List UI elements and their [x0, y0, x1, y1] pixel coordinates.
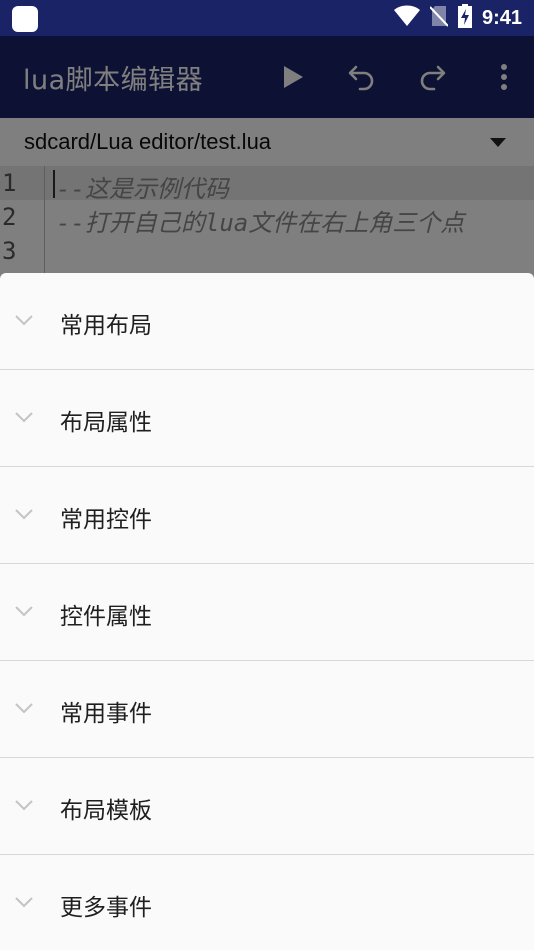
- screen: 9:41 lua脚本编辑器: [0, 0, 534, 950]
- chevron-down-icon: [15, 703, 33, 714]
- chevron-down-icon: [15, 509, 33, 520]
- sheet-item-label: 布局属性: [60, 410, 152, 436]
- status-time: 9:41: [481, 6, 522, 29]
- sheet-item-widget-properties[interactable]: 控件属性: [0, 564, 534, 661]
- chevron-down-icon: [15, 897, 33, 908]
- chevron-down-icon: [15, 315, 33, 326]
- sheet-item-common-events[interactable]: 常用事件: [0, 661, 534, 758]
- chevron-down-icon: [15, 800, 33, 811]
- sheet-item-label: 布局模板: [60, 798, 152, 824]
- sheet-item-common-widgets[interactable]: 常用控件: [0, 467, 534, 564]
- bottom-sheet: 常用布局 布局属性 常用控件 控件属性 常用事件 布局模板 更多事件: [0, 273, 534, 950]
- battery-charging-icon: [457, 4, 472, 32]
- status-icons: 9:41: [393, 4, 522, 32]
- sheet-item-layout-templates[interactable]: 布局模板: [0, 758, 534, 855]
- sheet-item-label: 更多事件: [60, 895, 152, 921]
- status-bar: 9:41: [0, 0, 534, 36]
- sheet-item-label: 控件属性: [60, 604, 152, 630]
- sheet-item-common-layouts[interactable]: 常用布局: [0, 273, 534, 370]
- sheet-item-label: 常用事件: [60, 701, 152, 727]
- sheet-item-more-events[interactable]: 更多事件: [0, 855, 534, 950]
- app-icon: [12, 6, 38, 32]
- chevron-down-icon: [15, 606, 33, 617]
- chevron-down-icon: [15, 412, 33, 423]
- no-sim-icon: [429, 5, 449, 31]
- wifi-icon: [393, 5, 420, 31]
- sheet-item-label: 常用布局: [60, 313, 152, 339]
- sheet-item-label: 常用控件: [60, 507, 152, 533]
- sheet-item-layout-properties[interactable]: 布局属性: [0, 370, 534, 467]
